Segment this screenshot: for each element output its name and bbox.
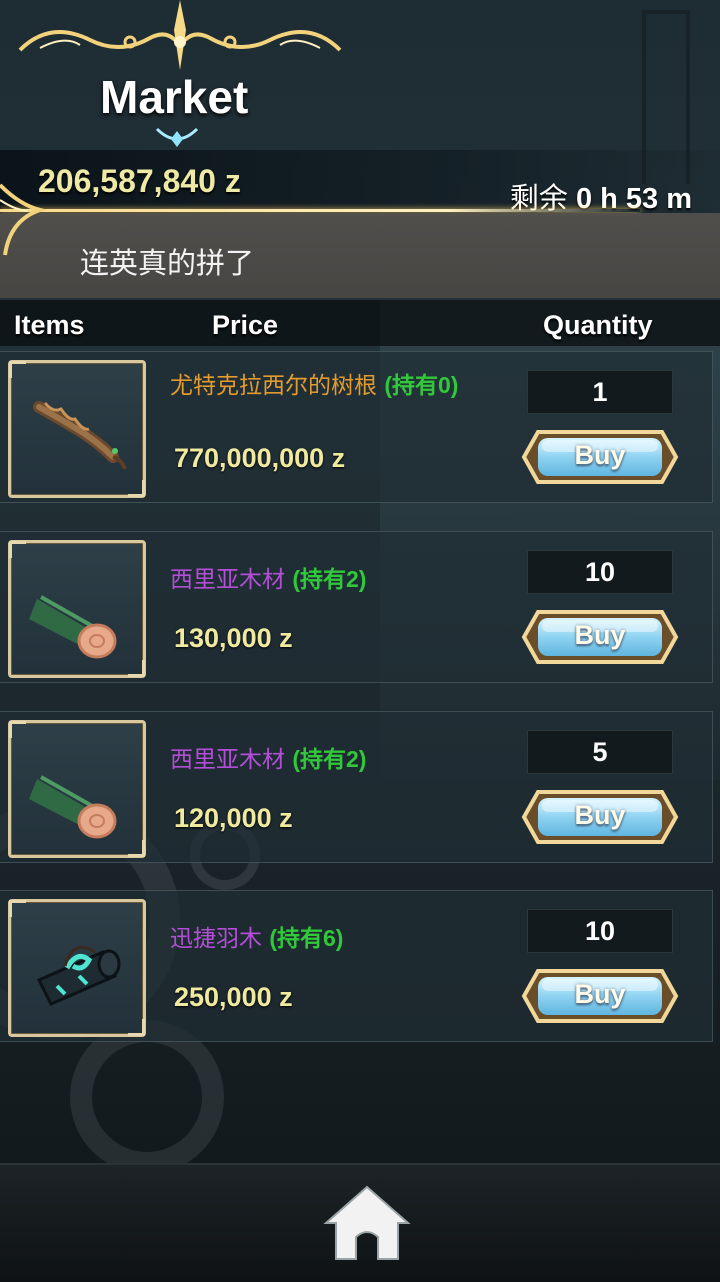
item-name: 尤特克拉西尔的树根 (持有0): [170, 370, 500, 401]
gold-divider: [0, 209, 640, 212]
item-name-text: 尤特克拉西尔的树根: [170, 373, 377, 399]
quantity-field[interactable]: 10: [527, 909, 673, 953]
column-header-items: Items: [14, 310, 85, 340]
item-price: 770,000,000 z: [174, 443, 346, 473]
featherwood-icon: [36, 945, 121, 1006]
buy-button[interactable]: Buy: [520, 602, 680, 672]
owned-count: (持有2): [292, 566, 367, 592]
log-icon: [29, 595, 117, 659]
buy-button-label: Buy: [574, 620, 626, 650]
owned-count: (持有2): [292, 746, 367, 772]
money-balance: 206,587,840 z: [38, 163, 241, 199]
item-name-text: 迅捷羽木: [170, 926, 262, 952]
list-item: 尤特克拉西尔的树根 (持有0) 770,000,000 z 1 Buy: [0, 351, 713, 503]
market-message: 连英真的拼了: [80, 246, 255, 280]
item-thumbnail[interactable]: [8, 899, 146, 1037]
item-name-text: 西里亚木材: [170, 747, 285, 773]
item-thumbnail[interactable]: [8, 720, 146, 858]
owned-count: (持有6): [269, 925, 344, 951]
gold-curl-ornament-icon: [0, 183, 48, 256]
log-icon: [29, 775, 117, 839]
item-name: 迅捷羽木 (持有6): [170, 923, 500, 954]
item-price: 130,000 z: [174, 623, 293, 653]
buy-button-label: Buy: [574, 440, 626, 470]
item-price: 120,000 z: [174, 803, 293, 833]
quantity-field[interactable]: 5: [527, 730, 673, 774]
page-title: Market: [100, 71, 249, 123]
column-header-price: Price: [212, 310, 279, 340]
buy-button[interactable]: Buy: [520, 961, 680, 1031]
item-name: 西里亚木材 (持有2): [170, 744, 500, 775]
owned-count: (持有0): [384, 372, 459, 398]
column-header-quantity: Quantity: [543, 310, 653, 340]
root-icon: [33, 401, 127, 470]
gear-decoration-icon: [70, 1020, 224, 1174]
market-header: Market 206,587,840 z 剩余 0 h 53 m 连英真的拼了: [0, 0, 720, 300]
buy-button-label: Buy: [574, 979, 626, 1009]
quantity-field[interactable]: 10: [527, 550, 673, 594]
gem-ornament-icon: [155, 127, 199, 147]
item-name-text: 西里亚木材: [170, 567, 285, 593]
buy-button-label: Buy: [574, 800, 626, 830]
list-item: 西里亚木材 (持有2) 130,000 z 10 Buy: [0, 531, 713, 683]
buy-button[interactable]: Buy: [520, 422, 680, 492]
column-header-bar: Items Price Quantity: [0, 300, 720, 346]
list-item: 迅捷羽木 (持有6) 250,000 z 10 Buy: [0, 890, 713, 1042]
home-icon[interactable]: [322, 1183, 412, 1263]
item-thumbnail[interactable]: [8, 360, 146, 498]
item-name: 西里亚木材 (持有2): [170, 564, 500, 595]
quantity-field[interactable]: 1: [527, 370, 673, 414]
buy-button[interactable]: Buy: [520, 782, 680, 852]
item-price: 250,000 z: [174, 982, 293, 1012]
item-thumbnail[interactable]: [8, 540, 146, 678]
list-item: 西里亚木材 (持有2) 120,000 z 5 Buy: [0, 711, 713, 863]
